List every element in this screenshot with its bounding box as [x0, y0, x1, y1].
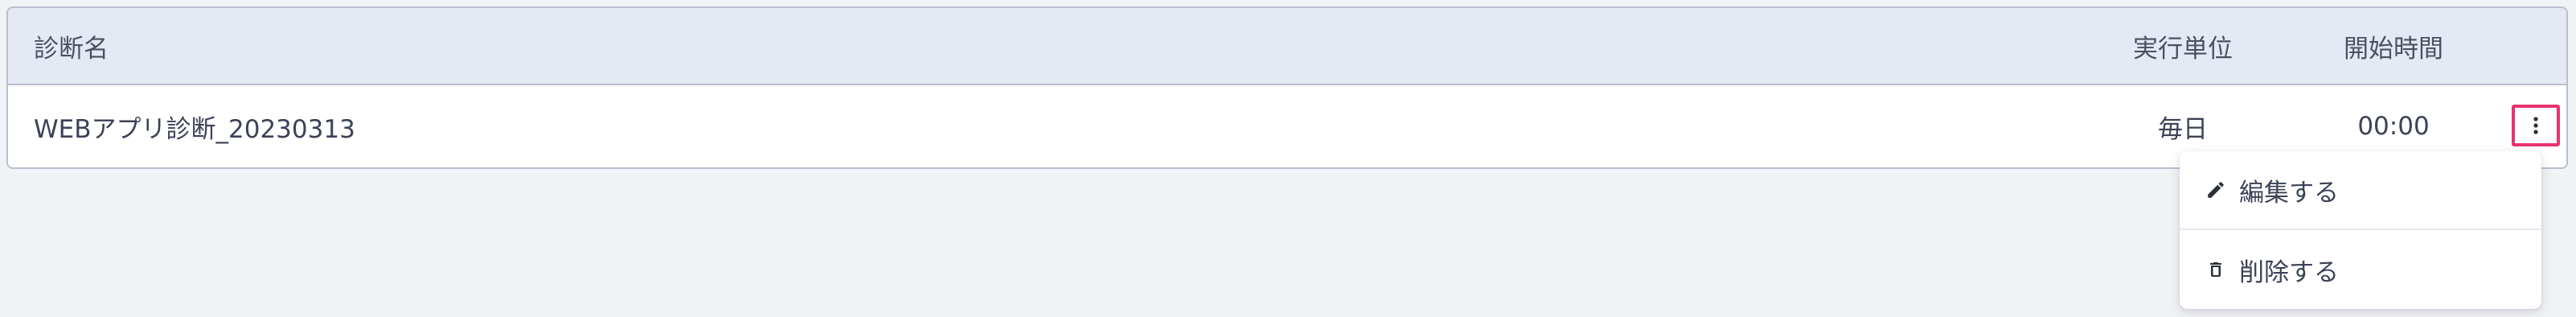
row-diagnosis-name: WEBアプリ診断_20230313 [34, 114, 355, 144]
schedule-table: 診断名 実行単位 開始時間 WEBアプリ診断_20230313 毎日 00:00 [6, 6, 2568, 169]
menu-item-edit-label: 編集する [2239, 178, 2339, 208]
column-header-unit: 実行単位 [2133, 34, 2233, 64]
trash-icon [2204, 257, 2228, 282]
more-vertical-icon [2533, 117, 2538, 134]
menu-item-delete[interactable]: 削除する [2180, 230, 2541, 309]
column-header-name: 診断名 [34, 34, 109, 64]
pencil-icon [2204, 178, 2228, 202]
menu-item-delete-label: 削除する [2239, 257, 2339, 287]
menu-item-edit[interactable]: 編集する [2180, 151, 2541, 230]
table-header: 診断名 実行単位 開始時間 [8, 8, 2566, 85]
row-actions-button[interactable] [2512, 105, 2560, 146]
column-header-start-time: 開始時間 [2344, 34, 2443, 64]
row-actions-menu: 編集する 削除する [2180, 151, 2541, 309]
